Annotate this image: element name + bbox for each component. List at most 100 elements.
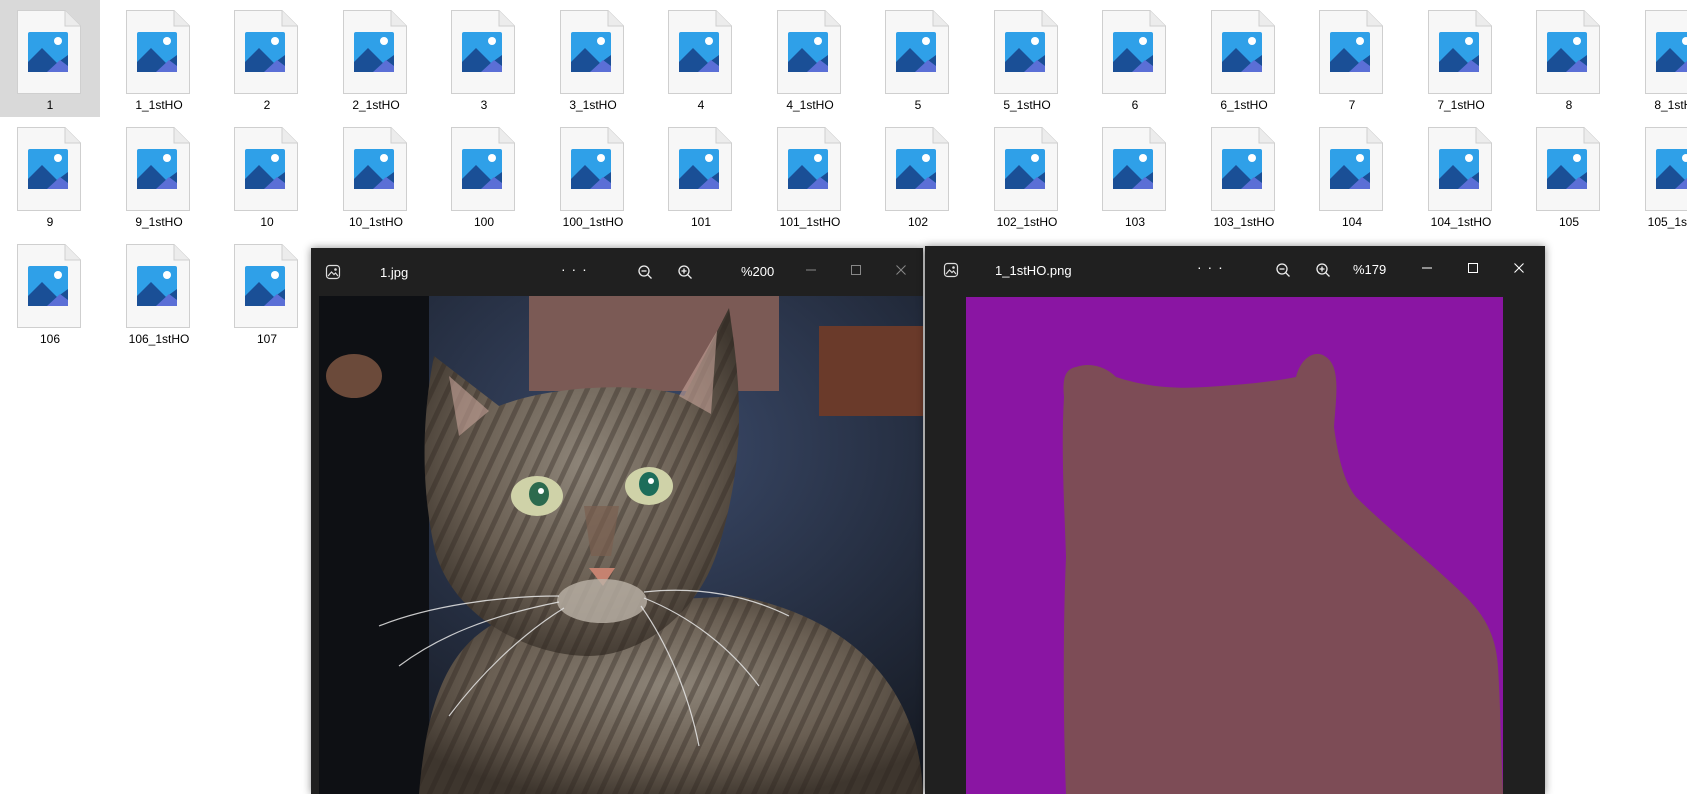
file-label: 1_1stHO [135, 98, 183, 112]
file-item[interactable]: 2 [217, 0, 317, 117]
segmentation-mask [966, 297, 1503, 794]
zoom-out-icon[interactable] [1273, 260, 1293, 280]
file-label: 102 [907, 215, 929, 229]
file-label: 6 [1131, 98, 1139, 112]
file-item[interactable]: 106 [0, 234, 100, 351]
file-item[interactable]: 1 [0, 0, 100, 117]
file-item[interactable]: 100 [434, 117, 534, 234]
file-item[interactable]: 105 [1519, 117, 1619, 234]
image-file-icon [1536, 10, 1600, 94]
file-item[interactable]: 10_1stHO [326, 117, 426, 234]
photo-viewer-window-2[interactable]: 1_1stHO.png · · · %179 [925, 246, 1545, 794]
image-file-icon [234, 127, 298, 211]
file-label: 7 [1348, 98, 1356, 112]
close-icon[interactable] [1509, 258, 1529, 278]
file-item[interactable]: 107 [217, 234, 317, 351]
file-item[interactable]: 2_1stHO [326, 0, 426, 117]
file-label: 100_1stHO [562, 215, 624, 229]
image-file-icon [451, 127, 515, 211]
image-file-icon [1319, 10, 1383, 94]
file-item[interactable]: 103_1stHO [1194, 117, 1294, 234]
file-item[interactable]: 3_1stHO [543, 0, 643, 117]
file-label: 104 [1341, 215, 1363, 229]
minimize-icon[interactable] [801, 260, 821, 280]
image-file-icon [1428, 10, 1492, 94]
image-file-icon [1211, 127, 1275, 211]
image-file-icon [17, 127, 81, 211]
file-item[interactable]: 10 [217, 117, 317, 234]
file-item[interactable]: 5 [868, 0, 968, 117]
file-item[interactable]: 103 [1085, 117, 1185, 234]
image-file-icon [126, 127, 190, 211]
file-item[interactable]: 4 [651, 0, 751, 117]
file-label: 103_1stHO [1213, 215, 1275, 229]
file-item[interactable]: 3 [434, 0, 534, 117]
file-item[interactable]: 101 [651, 117, 751, 234]
zoom-out-icon[interactable] [635, 262, 655, 282]
file-item[interactable]: 8 [1519, 0, 1619, 117]
file-item[interactable]: 7_1stHO [1411, 0, 1511, 117]
file-label: 5_1stHO [1003, 98, 1051, 112]
image-file-icon [1536, 127, 1600, 211]
file-label: 101 [690, 215, 712, 229]
maximize-icon[interactable] [1463, 258, 1483, 278]
file-label: 106 [39, 332, 61, 346]
image-file-icon [560, 10, 624, 94]
file-item[interactable]: 104 [1302, 117, 1402, 234]
file-item[interactable]: 104_1stHO [1411, 117, 1511, 234]
zoom-in-icon[interactable] [1313, 260, 1333, 280]
file-item[interactable]: 4_1stHO [760, 0, 860, 117]
file-item[interactable]: 102 [868, 117, 968, 234]
image-file-icon [668, 127, 732, 211]
image-file-icon [885, 10, 949, 94]
file-item[interactable]: 1_1stHO [109, 0, 209, 117]
file-label: 2_1stHO [352, 98, 400, 112]
image-file-icon [451, 10, 515, 94]
image-file-icon [1319, 127, 1383, 211]
file-item[interactable]: 9 [0, 117, 100, 234]
file-item[interactable]: 8_1stHO [1628, 0, 1687, 117]
close-icon[interactable] [891, 260, 911, 280]
image-file-icon [777, 10, 841, 94]
image-file-icon [126, 10, 190, 94]
minimize-icon[interactable] [1417, 258, 1437, 278]
file-item[interactable]: 5_1stHO [977, 0, 1077, 117]
file-item[interactable]: 101_1stHO [760, 117, 860, 234]
gallery-icon[interactable] [939, 258, 963, 282]
image-file-icon [343, 127, 407, 211]
file-item[interactable]: 100_1stHO [543, 117, 643, 234]
more-options-button[interactable]: · · · [1197, 259, 1224, 275]
image-file-icon [885, 127, 949, 211]
file-label: 3 [480, 98, 488, 112]
file-label: 4 [697, 98, 705, 112]
viewer-titlebar[interactable]: 1_1stHO.png · · · %179 [925, 246, 1545, 294]
image-file-icon [1102, 10, 1166, 94]
image-file-icon [17, 244, 81, 328]
file-item[interactable]: 6 [1085, 0, 1185, 117]
zoom-level[interactable]: %200 [741, 264, 774, 279]
file-label: 101_1stHO [779, 215, 841, 229]
photo-viewer-window-1[interactable]: 1.jpg · · · %200 [311, 248, 923, 794]
file-label: 5 [914, 98, 922, 112]
image-file-icon [994, 127, 1058, 211]
more-options-button[interactable]: · · · [561, 261, 588, 277]
gallery-icon[interactable] [321, 260, 345, 284]
file-label: 100 [473, 215, 495, 229]
image-file-icon [343, 10, 407, 94]
viewer-titlebar[interactable]: 1.jpg · · · %200 [311, 248, 923, 296]
file-item[interactable]: 105_1stHO [1628, 117, 1687, 234]
file-label: 10 [260, 215, 274, 229]
file-item[interactable]: 102_1stHO [977, 117, 1077, 234]
file-item[interactable]: 7 [1302, 0, 1402, 117]
maximize-icon[interactable] [846, 260, 866, 280]
file-label: 8 [1565, 98, 1573, 112]
zoom-level[interactable]: %179 [1353, 262, 1386, 277]
image-file-icon [560, 127, 624, 211]
viewer-title: 1.jpg [380, 265, 409, 280]
zoom-in-icon[interactable] [675, 262, 695, 282]
image-file-icon [994, 10, 1058, 94]
file-item[interactable]: 6_1stHO [1194, 0, 1294, 117]
file-label: 1 [46, 98, 54, 112]
file-item[interactable]: 9_1stHO [109, 117, 209, 234]
file-item[interactable]: 106_1stHO [109, 234, 209, 351]
